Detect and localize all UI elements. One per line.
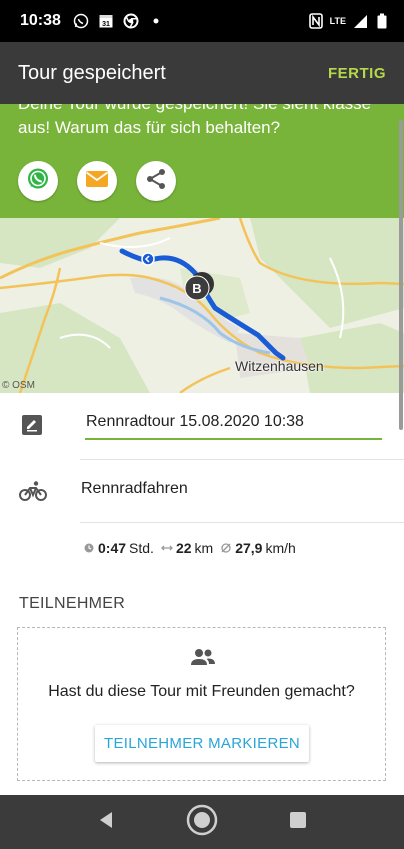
map-attribution: © OSM — [2, 380, 35, 391]
divider — [80, 522, 404, 523]
speed-unit: km/h — [265, 540, 296, 556]
share-icon — [144, 167, 168, 196]
signal-icon — [352, 13, 368, 29]
recents-icon — [289, 811, 307, 834]
page-title: Tour gespeichert — [18, 61, 166, 84]
whatsapp-icon — [26, 167, 50, 196]
battery-icon — [374, 13, 390, 29]
back-icon — [97, 811, 115, 834]
app-bar: Tour gespeichert FERTIG — [0, 42, 404, 104]
tour-name-input[interactable] — [85, 410, 382, 440]
duration-unit: Std. — [129, 540, 154, 556]
edit-icon — [19, 412, 45, 438]
status-time: 10:38 — [20, 12, 61, 29]
average-icon — [220, 542, 232, 554]
share-message: Deine Tour wurde gespeichert! Sie sieht … — [18, 104, 371, 137]
network-type: LTE — [329, 16, 346, 26]
whatsapp-icon — [73, 13, 89, 29]
map-canvas: B — [0, 218, 404, 393]
home-button[interactable] — [184, 804, 220, 840]
status-bar: 10:38 31 LTE — [0, 0, 404, 42]
dot-icon — [148, 13, 164, 29]
system-nav-bar — [0, 795, 404, 849]
divider — [80, 459, 404, 460]
whatsapp-share-button[interactable] — [18, 161, 58, 201]
participants-card: Hast du diese Tour mit Freunden gemacht?… — [17, 627, 386, 781]
calendar-icon: 31 — [98, 13, 114, 29]
distance-icon — [161, 542, 173, 554]
back-button[interactable] — [88, 804, 124, 840]
svg-text:31: 31 — [102, 21, 110, 28]
route-map[interactable]: B Witzenhausen © OSM — [0, 218, 404, 393]
duration-value: 0:47 — [98, 540, 127, 556]
sport-type-selector[interactable]: Rennradfahren — [81, 480, 188, 498]
group-icon — [190, 648, 216, 671]
tag-participants-button[interactable]: TEILNEHMER MARKIEREN — [95, 725, 309, 762]
distance-value: 22 — [175, 540, 192, 556]
home-icon — [186, 804, 218, 841]
bicycle-icon — [19, 478, 47, 504]
email-icon — [85, 167, 109, 196]
speed-value: 27,9 — [235, 540, 263, 556]
nfc-icon — [308, 13, 324, 29]
distance-stat: 22 km — [161, 540, 213, 556]
duration-stat: 0:47 Std. — [83, 540, 154, 556]
distance-unit: km — [194, 540, 214, 556]
speed-stat: 27,9 km/h — [220, 540, 296, 556]
share-panel: Deine Tour wurde gespeichert! Sie sieht … — [0, 104, 404, 218]
done-button[interactable]: FERTIG — [320, 57, 394, 90]
chrome-icon — [123, 13, 139, 29]
participants-question: Hast du diese Tour mit Freunden gemacht? — [48, 683, 355, 700]
email-share-button[interactable] — [77, 161, 117, 201]
tour-stats: 0:47 Std. 22 km 27,9 km/h — [83, 540, 303, 556]
scrollbar[interactable] — [399, 120, 403, 430]
participants-section-title: TEILNEHMER — [19, 595, 126, 612]
clock-icon — [83, 542, 95, 554]
recents-button[interactable] — [280, 804, 316, 840]
map-place-label: Witzenhausen — [235, 358, 324, 374]
svg-text:B: B — [192, 281, 201, 296]
more-share-button[interactable] — [136, 161, 176, 201]
